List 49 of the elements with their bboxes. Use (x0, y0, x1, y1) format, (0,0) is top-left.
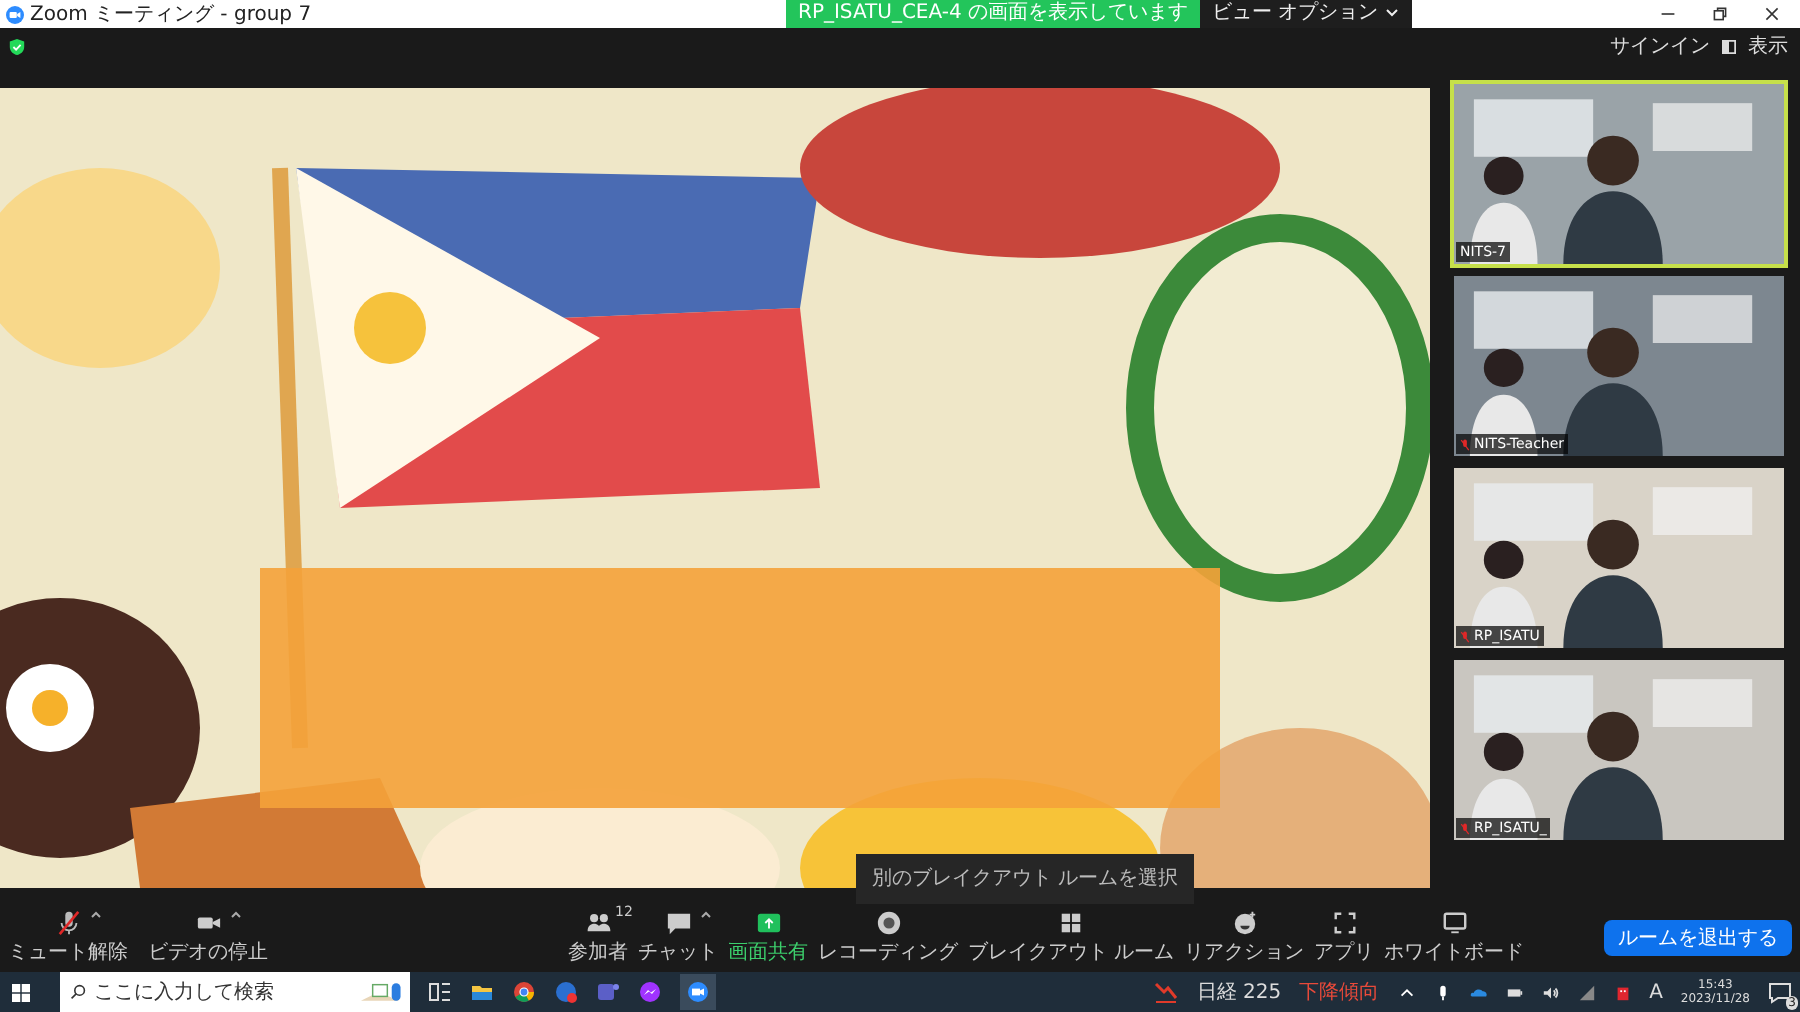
toolbar-button[interactable]: レコーディング (818, 910, 958, 966)
stock-trend: 下降傾向 (1299, 980, 1380, 1006)
notepad-icon (358, 978, 402, 1006)
toolbar-button[interactable]: ブレイクアウト ルーム (968, 910, 1175, 966)
apps-icon (1331, 910, 1358, 936)
record-icon (875, 910, 901, 936)
chat-icon (665, 910, 691, 936)
network-icon[interactable] (1577, 983, 1596, 1001)
window-title: Zoom ミーティング - group 7 (30, 2, 312, 28)
app-icon[interactable] (554, 980, 578, 1004)
share-screen-icon (755, 910, 781, 936)
toolbar-button[interactable]: ビデオの停止 (148, 910, 268, 966)
share-banner: RP_ISATU_CEA-4 の画面を表示しています (786, 0, 1201, 28)
app-tray-icon[interactable] (1613, 983, 1632, 1001)
toolbar-button[interactable]: 画面共有 (728, 910, 808, 966)
leave-room-button[interactable]: ルームを退出する (1604, 920, 1792, 956)
shield-icon[interactable] (8, 37, 26, 55)
notification-icon[interactable] (1768, 980, 1792, 1004)
toolbar-button[interactable]: リアクション (1184, 910, 1305, 966)
whiteboard-icon (1441, 910, 1468, 936)
input-method-indicator[interactable]: A (1649, 981, 1663, 1003)
caret-icon[interactable] (699, 910, 711, 918)
search-icon (70, 984, 86, 1000)
stock-name: 日経 225 (1196, 980, 1282, 1006)
trend-down-icon (1154, 980, 1179, 1004)
caret-icon[interactable] (89, 910, 101, 918)
folder-icon[interactable] (470, 980, 494, 1004)
task-view-icon[interactable] (428, 980, 452, 1004)
toolbar-button[interactable]: ホワイトボード (1384, 910, 1525, 966)
sign-in-button[interactable]: サインイン (1606, 32, 1714, 60)
view-options-button[interactable]: ビュー オプション (1200, 0, 1413, 28)
search-field[interactable]: ここに入力して検索 (60, 972, 410, 1012)
restore-icon[interactable] (1712, 6, 1728, 22)
chevron-down-icon (1384, 4, 1401, 21)
caret-icon[interactable] (229, 910, 241, 918)
tooltip: 別のブレイクアウト ルームを選択 (856, 854, 1195, 904)
toolbar-button[interactable]: チャット (638, 910, 718, 966)
cloud-icon[interactable] (1469, 983, 1488, 1001)
browser-icon[interactable] (512, 980, 536, 1004)
toolbar-button[interactable]: ミュート解除 (8, 910, 128, 966)
smiley-icon (1231, 910, 1258, 936)
people-icon (585, 910, 611, 936)
view-button[interactable]: 表示 (1744, 32, 1792, 60)
battery-icon[interactable] (1505, 983, 1524, 1001)
muted-mic-icon (55, 910, 81, 936)
windows-start-icon[interactable] (12, 983, 30, 1001)
speaker-icon[interactable] (1541, 983, 1560, 1001)
close-icon[interactable] (1764, 6, 1780, 22)
toolbar-button[interactable]: アプリ (1314, 910, 1375, 966)
